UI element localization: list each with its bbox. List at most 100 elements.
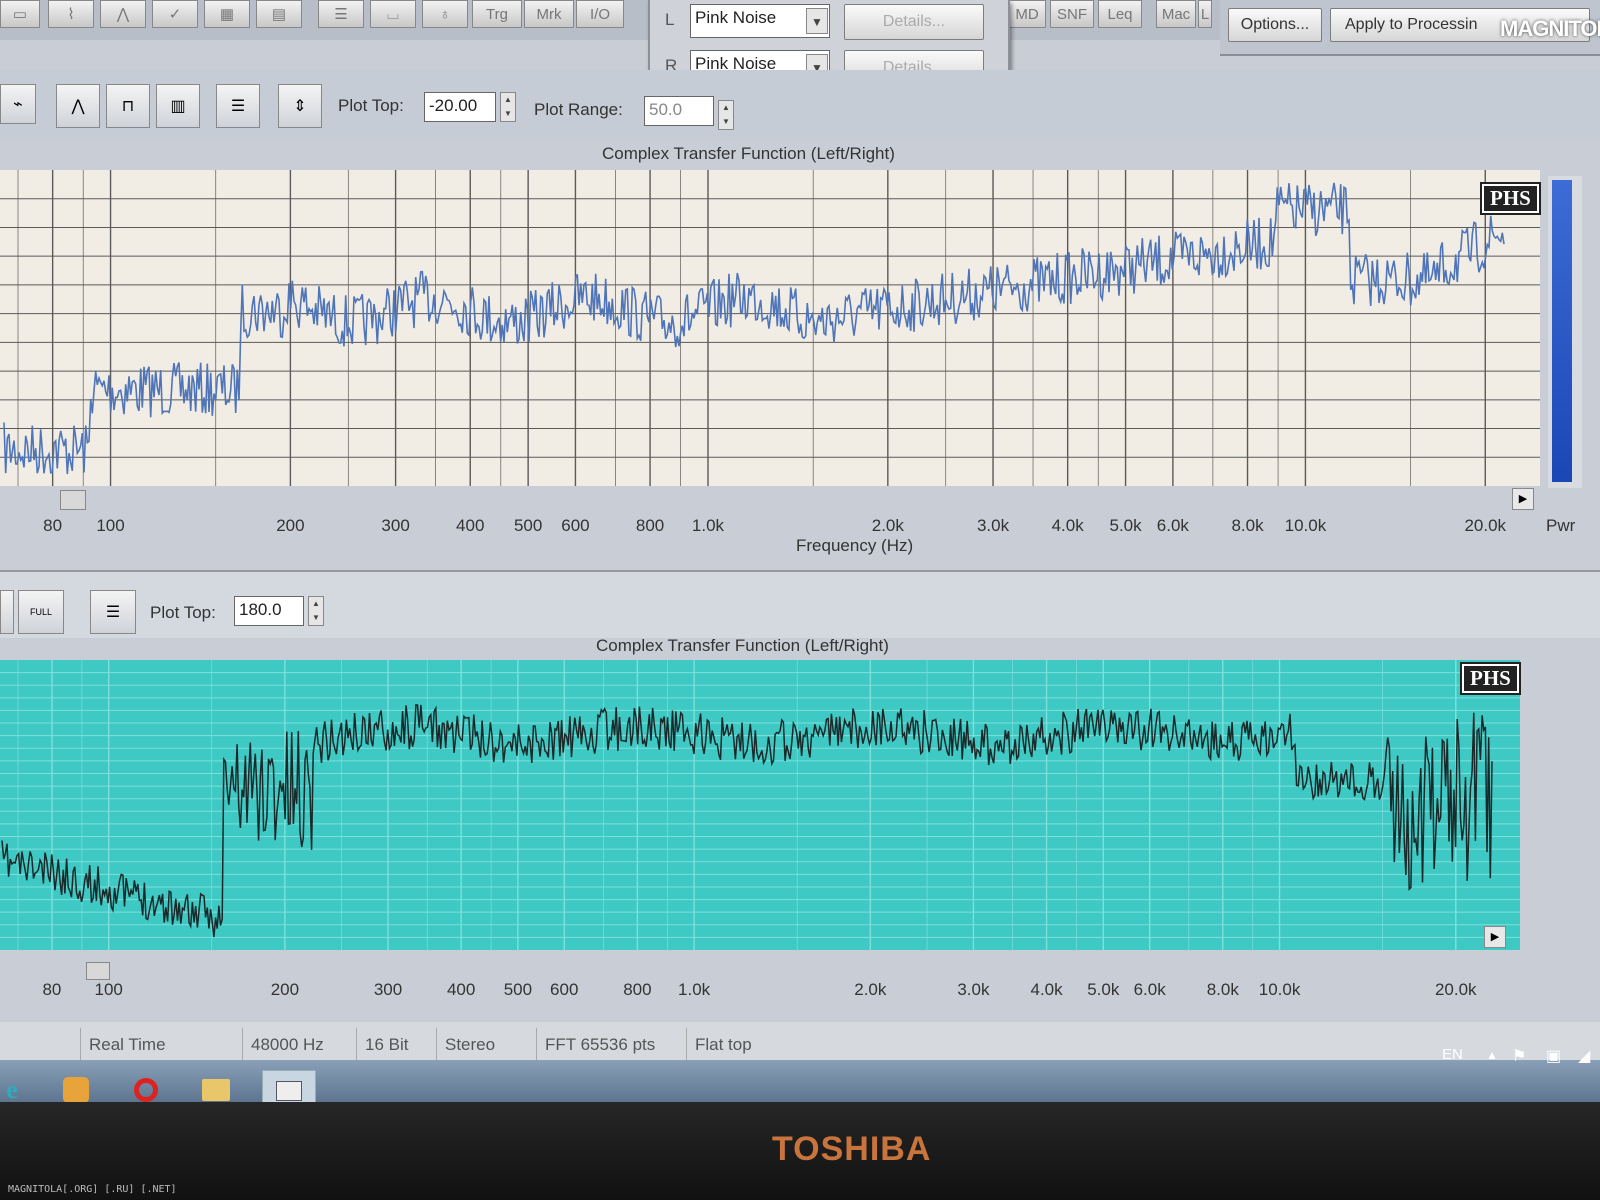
mac-button[interactable]: Mac: [1156, 0, 1196, 28]
x-tick-label: 4.0k: [1030, 980, 1063, 999]
x-tick-label: 100: [94, 980, 123, 999]
snf-button[interactable]: SNF: [1050, 0, 1094, 28]
tray-volume-icon[interactable]: ◢: [1578, 1046, 1590, 1066]
io-button[interactable]: I/O: [576, 0, 624, 28]
panel2-scroll-right-icon[interactable]: ▶: [1484, 926, 1506, 948]
x-tick-label: 400: [446, 980, 476, 999]
mrk-button[interactable]: Mrk: [524, 0, 574, 28]
x-tick-label: 20.0k: [1464, 516, 1507, 535]
toolbar-icon-button[interactable]: ☰: [318, 0, 364, 28]
x-tick-label: 8.0k: [1206, 980, 1239, 999]
panel1-scroll-thumb[interactable]: [60, 490, 86, 510]
x-tick-label: 6.0k: [1156, 516, 1189, 535]
x-tick-label: 400: [456, 516, 485, 535]
scale-icon-button[interactable]: ⇕: [278, 84, 322, 128]
panel1-title: Complex Transfer Function (Left/Right): [602, 144, 895, 163]
x-tick-label: 600: [561, 516, 590, 535]
plot-top-label: Plot Top:: [338, 96, 404, 115]
toolbar-icon-button[interactable]: ⋀: [100, 0, 146, 28]
panel1-scroll-right-icon[interactable]: ▶: [1512, 488, 1534, 510]
plot-range-input[interactable]: 50.0: [644, 96, 714, 126]
panel2-plot-top-label: Plot Top:: [150, 603, 216, 622]
x-tick-label: 8.0k: [1231, 516, 1264, 535]
x-tick-label: 10.0k: [1258, 980, 1301, 999]
x-tick-label: 6.0k: [1133, 980, 1166, 999]
panel2-scroll-thumb[interactable]: [86, 962, 110, 980]
panel2-plot-top-input[interactable]: 180.0: [234, 596, 304, 626]
panel1-x-axis: 80 100 200 300 400 500 600 800 1.0k 2.0k 3.0k 4.0k 5…: [0, 516, 1540, 540]
plot-range-spinner[interactable]: ▲ ▼: [718, 100, 734, 130]
panel2-title: Complex Transfer Function (Left/Right): [596, 636, 889, 655]
x-tick-label: 2.0k: [854, 980, 887, 999]
screen: ▭ ⌇ ⋀ ✓ ▦ ▤ ☰ ⌴ ♁ Trg Mrk I/O MD SNF Leq…: [0, 0, 1600, 1085]
watermark-logo: MAGNITOLA: [1500, 16, 1600, 41]
x-tick-label: 3.0k: [976, 516, 1010, 535]
panel2-plot-background: [0, 660, 1520, 950]
step-plot-icon-button[interactable]: ⊓: [106, 84, 150, 128]
md-button[interactable]: MD: [1008, 0, 1046, 28]
toolbar-icon-button[interactable]: ⌇: [48, 0, 94, 28]
tray-arrow-icon[interactable]: ▲: [1486, 1048, 1498, 1062]
leq-button[interactable]: Leq: [1098, 0, 1142, 28]
cout-full-button[interactable]: FULL: [18, 590, 64, 634]
x-tick-label: 200: [276, 516, 305, 535]
panel2-icon-button[interactable]: [0, 590, 14, 634]
tray-network-icon[interactable]: ▣: [1546, 1046, 1561, 1066]
toolbar-icon-button[interactable]: ⌴: [370, 0, 416, 28]
panel2-phs-badge: PHS: [1460, 662, 1521, 695]
x-tick-label: 5.0k: [1109, 516, 1142, 535]
left-signal-dropdown-icon[interactable]: ▼: [806, 8, 828, 34]
trg-button[interactable]: Trg: [472, 0, 522, 28]
x-tick-label: 800: [623, 980, 652, 999]
toolbar-icon-button[interactable]: ▦: [204, 0, 250, 28]
panel2-list-icon-button[interactable]: ☰: [90, 590, 136, 634]
line-plot-icon-button[interactable]: ⋀: [56, 84, 100, 128]
x-tick-label: 1.0k: [678, 980, 711, 999]
status-fft: FFT 65536 pts: [536, 1028, 682, 1062]
x-tick-label: 300: [373, 980, 403, 999]
mag-icon-button[interactable]: ⌁: [0, 84, 36, 124]
x-tick-label: 500: [503, 980, 533, 999]
x-tick-label: 80: [42, 980, 62, 999]
panel2-x-axis: 80 100 200 300 400 500 600 800 1.0k 2.0k 3.0k 4.0k 5…: [0, 980, 1520, 1004]
status-sample-rate: 48000 Hz: [242, 1028, 352, 1062]
tray-flag-icon[interactable]: ⚑: [1512, 1046, 1526, 1066]
plot-top-spinner[interactable]: ▲ ▼: [500, 92, 516, 122]
laptop-brand-logo: TOSHIBA: [772, 1130, 932, 1168]
toolbar-icon-button[interactable]: ▤: [256, 0, 302, 28]
x-tick-label: 1.0k: [691, 516, 725, 535]
panel1-level-bar: [1552, 180, 1572, 482]
left-channel-label: L: [665, 10, 675, 29]
panel1-phs-badge: PHS: [1480, 182, 1541, 215]
pwr-label: Pwr: [1546, 516, 1576, 535]
list-icon-button[interactable]: ☰: [216, 84, 260, 128]
status-window: Flat top: [686, 1028, 796, 1062]
l-button[interactable]: L: [1198, 0, 1212, 28]
plot-top-input[interactable]: -20.00: [424, 92, 496, 122]
x-tick-label: 5.0k: [1087, 980, 1120, 999]
options-button[interactable]: Options...: [1228, 8, 1322, 42]
x-tick-label: 80: [43, 516, 63, 535]
panel1-plot-background: [0, 170, 1540, 486]
toolbar-icon-button[interactable]: ▭: [0, 0, 40, 28]
tray-language[interactable]: EN: [1442, 1046, 1463, 1063]
x-tick-label: 300: [381, 516, 410, 535]
x-tick-label: 10.0k: [1284, 516, 1327, 535]
status-bit-depth: 16 Bit: [356, 1028, 432, 1062]
panel2-plot-top-spinner[interactable]: ▲ ▼: [308, 596, 324, 626]
x-tick-label: 500: [513, 516, 543, 535]
bar-plot-icon-button[interactable]: ▥: [156, 84, 200, 128]
footer-watermark: MAGNITOLA[.ORG] [.RU] [.NET]: [8, 1184, 177, 1195]
toolbar-icon-button[interactable]: ♁: [422, 0, 468, 28]
x-tick-label: 600: [550, 980, 579, 999]
toolbar-icon-button[interactable]: ✓: [152, 0, 198, 28]
x-tick-label: 3.0k: [957, 980, 990, 999]
left-details-button[interactable]: Details...: [844, 4, 984, 40]
status-mode: Real Time: [80, 1028, 238, 1062]
panel1-plot: [0, 170, 1540, 486]
x-tick-label: 100: [96, 516, 125, 535]
x-tick-label: 800: [635, 516, 665, 535]
x-tick-label: 200: [270, 980, 300, 999]
x-tick-label: 2.0k: [871, 516, 904, 535]
x-tick-label: 4.0k: [1051, 516, 1084, 535]
